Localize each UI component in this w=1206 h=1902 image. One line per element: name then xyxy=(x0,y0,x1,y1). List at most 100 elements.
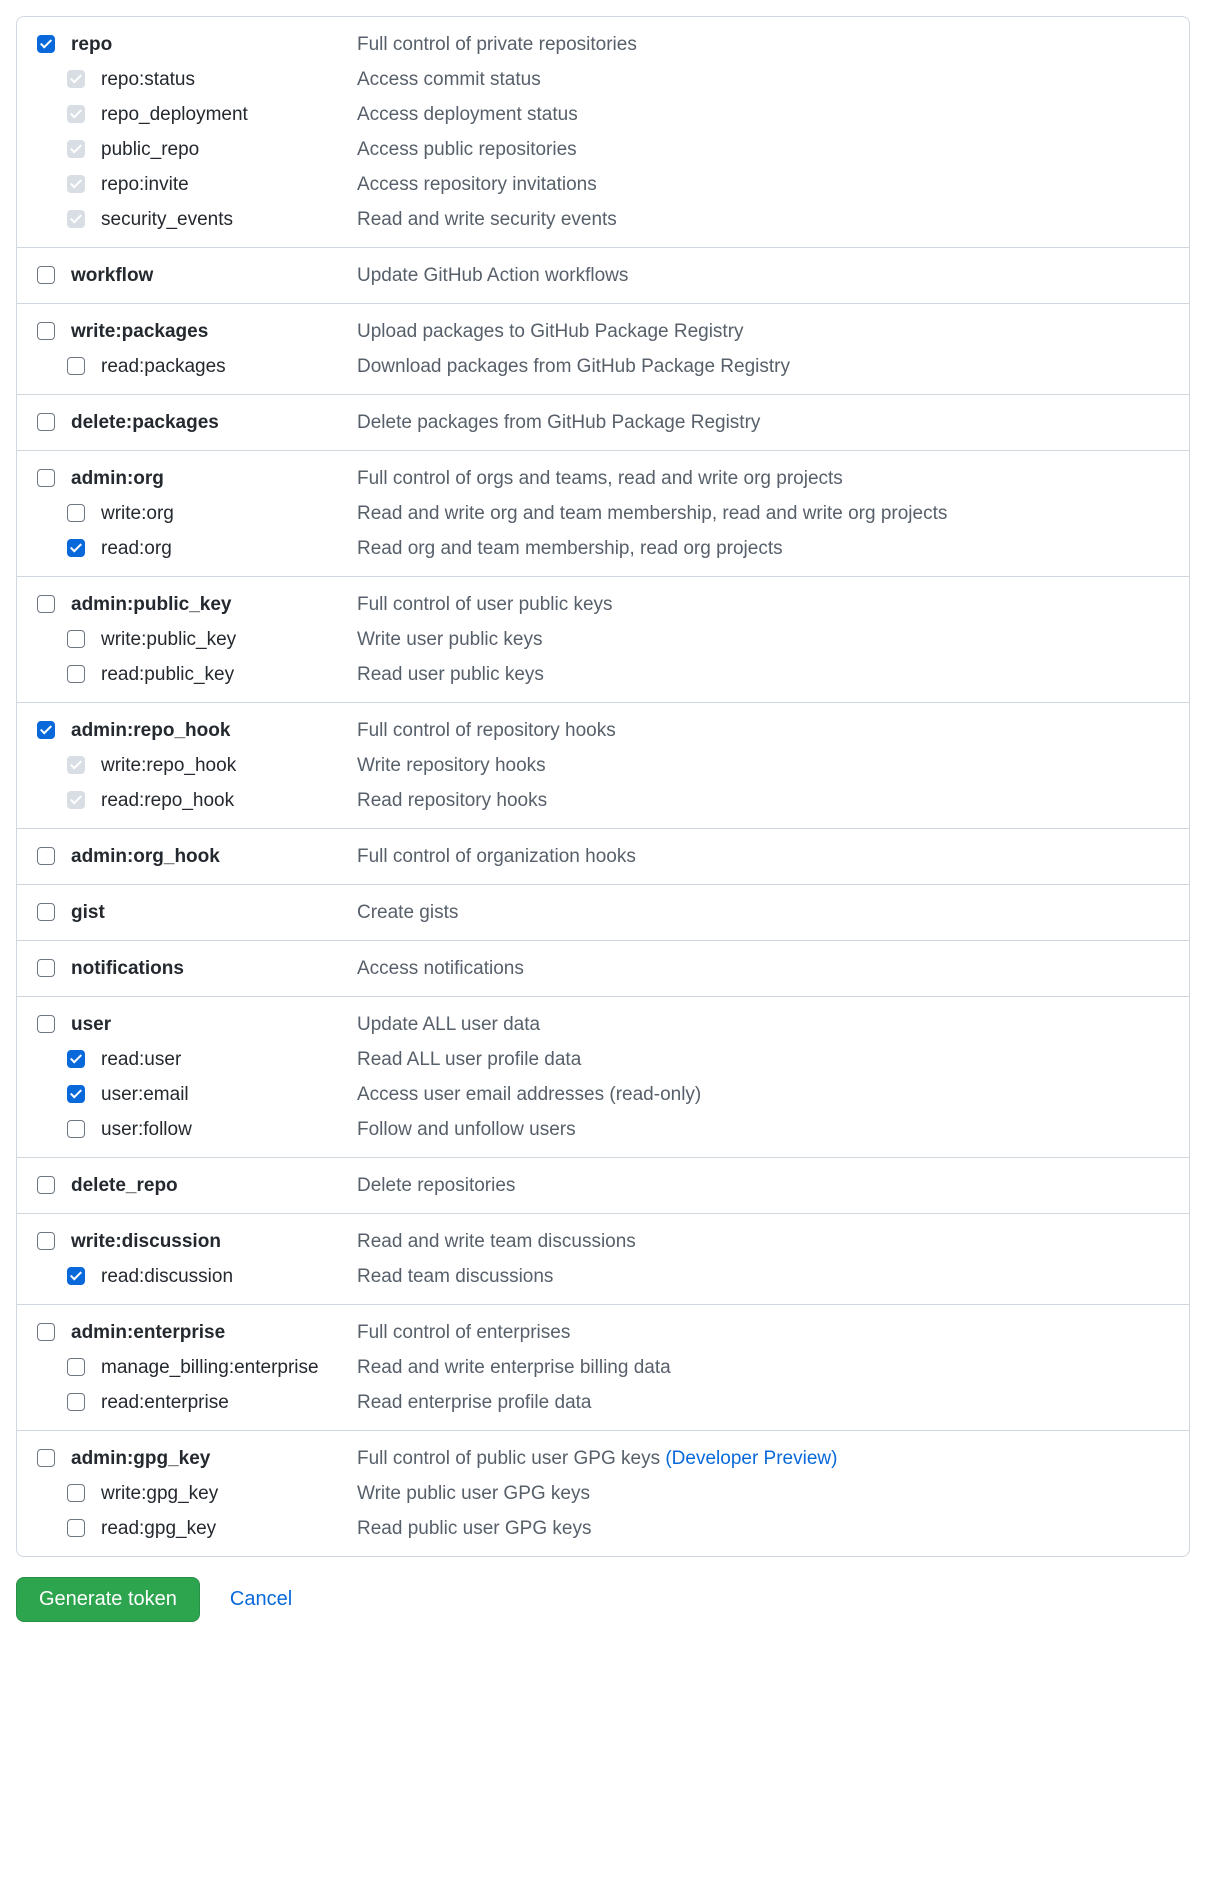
scope-checkbox-read-gpg-key[interactable] xyxy=(67,1519,85,1537)
scope-checkbox-read-enterprise[interactable] xyxy=(67,1393,85,1411)
scope-label: gist xyxy=(71,901,357,924)
scope-row-admin-org-hook: admin:org_hookFull control of organizati… xyxy=(37,839,1169,874)
scope-label: read:public_key xyxy=(101,663,357,686)
scope-label: write:org xyxy=(101,502,357,525)
scope-checkbox-admin-gpg-key[interactable] xyxy=(37,1449,55,1467)
scope-desc: Upload packages to GitHub Package Regist… xyxy=(357,320,1169,343)
scope-row-write-repo-hook: write:repo_hookWrite repository hooks xyxy=(37,748,1169,783)
scope-checkbox-manage-billing-enterprise[interactable] xyxy=(67,1358,85,1376)
scope-label: admin:gpg_key xyxy=(71,1447,357,1470)
scope-row-read-packages: read:packagesDownload packages from GitH… xyxy=(37,349,1169,384)
cancel-link[interactable]: Cancel xyxy=(230,1588,292,1611)
scope-group-admin-public-key: admin:public_keyFull control of user pub… xyxy=(17,577,1189,703)
scope-desc: Read and write org and team membership, … xyxy=(357,502,1169,525)
scope-row-write-public-key: write:public_keyWrite user public keys xyxy=(37,622,1169,657)
scope-checkbox-admin-public-key[interactable] xyxy=(37,595,55,613)
scope-row-admin-repo-hook: admin:repo_hookFull control of repositor… xyxy=(37,713,1169,748)
scope-group-admin-org-hook: admin:org_hookFull control of organizati… xyxy=(17,829,1189,885)
scope-desc: Full control of private repositories xyxy=(357,33,1169,56)
scope-label: manage_billing:enterprise xyxy=(101,1356,357,1379)
actions-row: Generate token Cancel xyxy=(16,1577,1190,1622)
scope-desc: Update ALL user data xyxy=(357,1013,1169,1036)
scope-checkbox-workflow[interactable] xyxy=(37,266,55,284)
scope-checkbox-delete-packages[interactable] xyxy=(37,413,55,431)
scope-checkbox-read-packages[interactable] xyxy=(67,357,85,375)
scope-label: write:repo_hook xyxy=(101,754,357,777)
scope-checkbox-notifications[interactable] xyxy=(37,959,55,977)
scope-desc-text: Delete repositories xyxy=(357,1175,515,1196)
scope-label: read:repo_hook xyxy=(101,789,357,812)
scope-row-repo: repoFull control of private repositories xyxy=(37,27,1169,62)
scope-desc: Create gists xyxy=(357,901,1169,924)
scope-checkbox-read-discussion[interactable] xyxy=(67,1267,85,1285)
scope-checkbox-delete-repo[interactable] xyxy=(37,1176,55,1194)
scope-checkbox-user-email[interactable] xyxy=(67,1085,85,1103)
scope-desc-text: Full control of private repositories xyxy=(357,34,637,55)
scope-row-repo-status: repo:statusAccess commit status xyxy=(37,62,1169,97)
scope-checkbox-write-org[interactable] xyxy=(67,504,85,522)
scope-label: user xyxy=(71,1013,357,1036)
scope-row-write-gpg-key: write:gpg_keyWrite public user GPG keys xyxy=(37,1476,1169,1511)
scope-checkbox-write-gpg-key[interactable] xyxy=(67,1484,85,1502)
scope-row-write-discussion: write:discussionRead and write team disc… xyxy=(37,1224,1169,1259)
scope-row-public-repo: public_repoAccess public repositories xyxy=(37,132,1169,167)
scope-checkbox-read-org[interactable] xyxy=(67,539,85,557)
developer-preview-link[interactable]: (Developer Preview) xyxy=(665,1448,837,1469)
scope-row-read-discussion: read:discussionRead team discussions xyxy=(37,1259,1169,1294)
scope-checkbox-write-packages[interactable] xyxy=(37,322,55,340)
scope-label: security_events xyxy=(101,208,357,231)
scope-group-write-discussion: write:discussionRead and write team disc… xyxy=(17,1214,1189,1305)
scope-label: admin:org_hook xyxy=(71,845,357,868)
scope-label: admin:org xyxy=(71,467,357,490)
scope-label: public_repo xyxy=(101,138,357,161)
scope-checkbox-admin-org-hook[interactable] xyxy=(37,847,55,865)
scope-row-admin-gpg-key: admin:gpg_keyFull control of public user… xyxy=(37,1441,1169,1476)
scope-desc: Read and write enterprise billing data xyxy=(357,1356,1169,1379)
scope-desc-text: Create gists xyxy=(357,902,458,923)
scope-desc-text: Full control of enterprises xyxy=(357,1322,570,1343)
scope-row-repo-deployment: repo_deploymentAccess deployment status xyxy=(37,97,1169,132)
scope-checkbox-read-public-key[interactable] xyxy=(67,665,85,683)
scope-row-admin-org: admin:orgFull control of orgs and teams,… xyxy=(37,461,1169,496)
scope-checkbox-admin-enterprise[interactable] xyxy=(37,1323,55,1341)
scope-checkbox-admin-repo-hook[interactable] xyxy=(37,721,55,739)
scope-desc: Download packages from GitHub Package Re… xyxy=(357,355,1169,378)
scope-checkbox-user-follow[interactable] xyxy=(67,1120,85,1138)
scope-desc: Write public user GPG keys xyxy=(357,1482,1169,1505)
scope-row-user-follow: user:followFollow and unfollow users xyxy=(37,1112,1169,1147)
scope-row-admin-public-key: admin:public_keyFull control of user pub… xyxy=(37,587,1169,622)
scope-desc: Access user email addresses (read-only) xyxy=(357,1083,1169,1106)
scope-desc: Delete packages from GitHub Package Regi… xyxy=(357,411,1169,434)
scope-label: read:discussion xyxy=(101,1265,357,1288)
scope-checkbox-gist[interactable] xyxy=(37,903,55,921)
scope-checkbox-read-user[interactable] xyxy=(67,1050,85,1068)
scope-checkbox-repo-status xyxy=(67,70,85,88)
scope-row-workflow: workflowUpdate GitHub Action workflows xyxy=(37,258,1169,293)
scope-row-write-org: write:orgRead and write org and team mem… xyxy=(37,496,1169,531)
scope-desc-text: Update ALL user data xyxy=(357,1014,540,1035)
scope-desc: Write repository hooks xyxy=(357,754,1169,777)
scope-checkbox-write-discussion[interactable] xyxy=(37,1232,55,1250)
scope-group-write-packages: write:packagesUpload packages to GitHub … xyxy=(17,304,1189,395)
scope-label: workflow xyxy=(71,264,357,287)
scope-checkbox-user[interactable] xyxy=(37,1015,55,1033)
scope-label: admin:repo_hook xyxy=(71,719,357,742)
scope-checkbox-write-public-key[interactable] xyxy=(67,630,85,648)
scope-row-write-packages: write:packagesUpload packages to GitHub … xyxy=(37,314,1169,349)
scope-group-delete-packages: delete:packagesDelete packages from GitH… xyxy=(17,395,1189,451)
scope-desc: Full control of orgs and teams, read and… xyxy=(357,467,1169,490)
scope-desc: Read team discussions xyxy=(357,1265,1169,1288)
generate-token-button[interactable]: Generate token xyxy=(16,1577,200,1622)
scope-label: repo_deployment xyxy=(101,103,357,126)
scope-desc: Delete repositories xyxy=(357,1174,1169,1197)
scope-row-delete-repo: delete_repoDelete repositories xyxy=(37,1168,1169,1203)
scope-checkbox-repo[interactable] xyxy=(37,35,55,53)
scope-label: read:packages xyxy=(101,355,357,378)
scope-row-read-public-key: read:public_keyRead user public keys xyxy=(37,657,1169,692)
scope-checkbox-admin-org[interactable] xyxy=(37,469,55,487)
scope-row-read-gpg-key: read:gpg_keyRead public user GPG keys xyxy=(37,1511,1169,1546)
scope-desc-text: Full control of user public keys xyxy=(357,594,613,615)
scope-group-repo: repoFull control of private repositories… xyxy=(17,17,1189,248)
scope-desc-text: Read and write team discussions xyxy=(357,1231,636,1252)
scope-group-admin-repo-hook: admin:repo_hookFull control of repositor… xyxy=(17,703,1189,829)
